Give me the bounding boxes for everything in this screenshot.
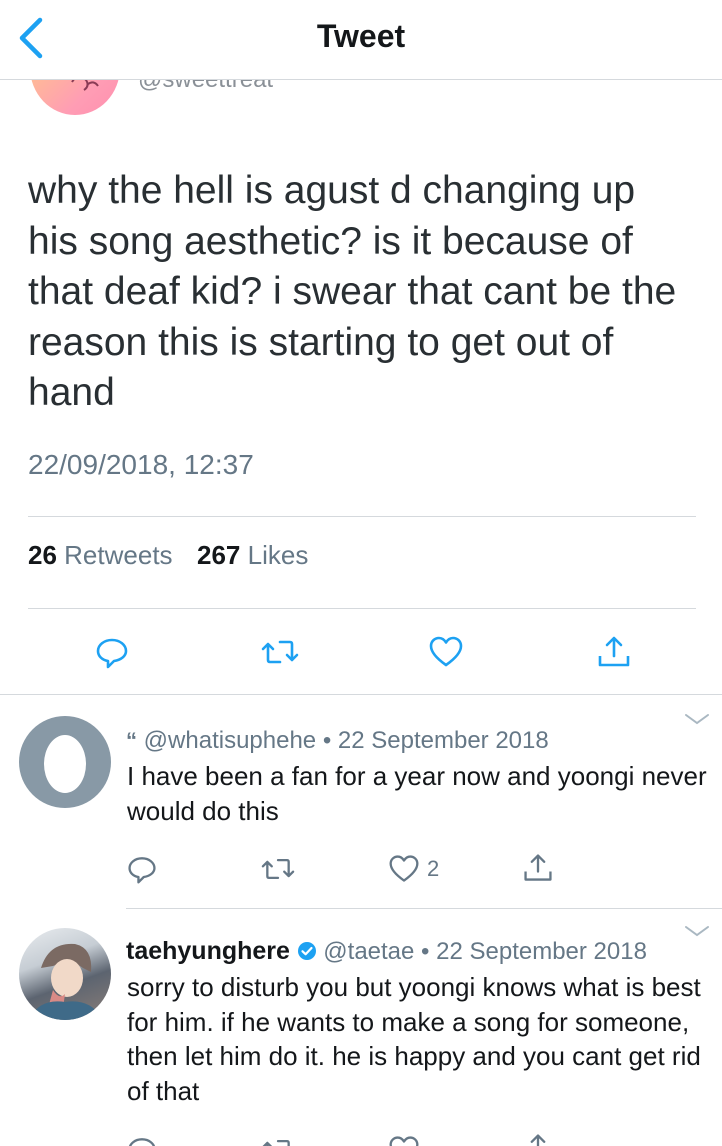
reply-date: 22 September 2018: [337, 727, 549, 754]
egg-icon: [44, 735, 86, 793]
reply-icon[interactable]: [126, 1134, 158, 1146]
reply-avatar-default[interactable]: [19, 716, 111, 808]
reply-header: “ @whatisuphehe • 22 September 2018: [126, 727, 549, 755]
like-stat[interactable]: 267 Likes: [197, 540, 308, 570]
retweet-stat[interactable]: 26 Retweets: [28, 540, 173, 570]
verified-badge-icon: [297, 942, 316, 960]
like-count: 267: [197, 540, 241, 570]
reply-icon[interactable]: [94, 634, 130, 670]
divider: [28, 516, 696, 517]
reply-icon[interactable]: [126, 853, 158, 885]
share-icon[interactable]: [522, 852, 554, 884]
share-icon[interactable]: [596, 634, 632, 670]
reply-text: I have been a fan for a year now and yoo…: [127, 761, 707, 826]
divider: [28, 608, 696, 609]
like-icon[interactable]: [428, 634, 464, 670]
retweet-icon[interactable]: [260, 853, 296, 885]
profile-photo-icon: [29, 943, 103, 1020]
page-title: Tweet: [316, 18, 406, 54]
reply-header: taehyunghere @taetae • 22 September 2018: [126, 937, 647, 966]
reply-display-name[interactable]: taehyunghere: [126, 937, 290, 965]
retweet-count: 26: [28, 540, 57, 570]
divider: [126, 908, 722, 909]
reply-text: sorry to disturb you but yoongi knows wh…: [127, 972, 701, 1106]
retweet-icon[interactable]: [260, 634, 299, 670]
nav-header: Tweet: [0, 0, 722, 80]
tweet-timestamp: 22/09/2018, 12:37: [28, 449, 254, 480]
like-icon[interactable]: [388, 853, 420, 885]
retweet-icon[interactable]: [260, 1134, 296, 1146]
reply-date: 22 September 2018: [436, 938, 647, 965]
reply-handle[interactable]: @whatisuphehe: [144, 727, 316, 754]
reply-handle[interactable]: @taetae: [323, 938, 414, 965]
divider: [0, 694, 722, 695]
quote-mark-icon: “: [126, 728, 137, 753]
chevron-down-icon[interactable]: [684, 924, 710, 938]
reply-like-count: 2: [427, 856, 440, 881]
dot-separator: •: [322, 727, 338, 754]
retweet-label: Retweets: [64, 540, 173, 570]
share-icon[interactable]: [522, 1132, 554, 1146]
chevron-down-icon[interactable]: [684, 712, 710, 726]
like-label: Likes: [247, 540, 309, 570]
tweet-stats: 26 Retweets 267 Likes: [28, 540, 308, 571]
dot-separator: •: [421, 938, 437, 965]
reply-avatar-photo[interactable]: [19, 928, 111, 1020]
tweet-text: why the hell is agust d changing up his …: [28, 169, 677, 414]
like-icon[interactable]: [388, 1134, 420, 1146]
